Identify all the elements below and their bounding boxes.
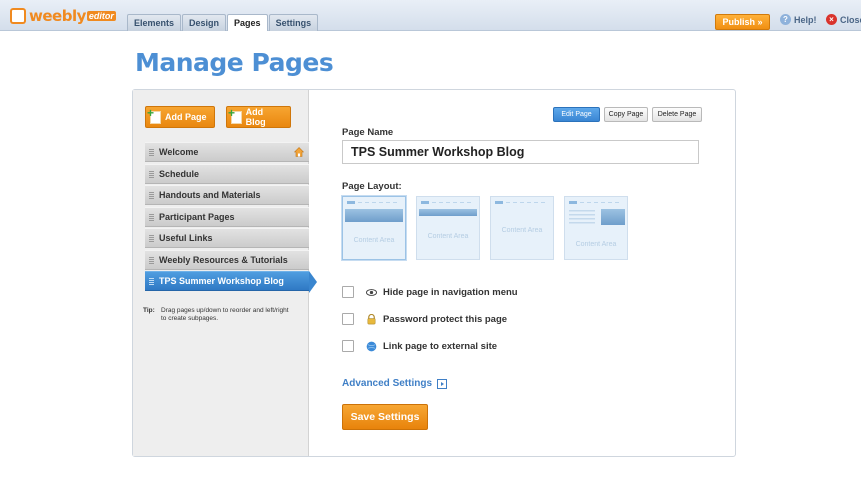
copy-page-button[interactable]: Copy Page	[604, 107, 648, 122]
weebly-logo: weebly editor	[10, 6, 116, 26]
drag-handle-icon[interactable]	[149, 192, 154, 200]
advanced-settings-link[interactable]: Advanced Settings	[342, 378, 448, 389]
content-area-label: Content Area	[427, 233, 469, 240]
password-option: Password protect this page	[342, 312, 507, 326]
tab-elements[interactable]: Elements	[127, 14, 182, 31]
drag-handle-icon[interactable]	[149, 213, 154, 222]
tab-settings[interactable]: Settings	[268, 14, 319, 31]
password-label: Password protect this page	[383, 313, 508, 325]
layout-option-header-image[interactable]: Content Area	[342, 196, 406, 260]
external-link-option: Link page to external site	[342, 339, 497, 353]
drag-handle-icon[interactable]	[149, 256, 154, 265]
manage-pages-panel: Add Page Add Blog Welcome Schedule Hando	[132, 89, 736, 457]
page-item-label: TPS Summer Workshop Blog	[159, 276, 284, 286]
help-label: Help!	[794, 14, 817, 25]
layout-logo-bar	[495, 201, 503, 204]
drag-handle-icon[interactable]	[149, 235, 154, 243]
help-icon: ?	[780, 14, 791, 25]
add-blog-label: Add Blog	[245, 107, 266, 127]
layout-nav-dots	[358, 202, 400, 203]
page-item-useful-links[interactable]: Useful Links	[145, 228, 309, 248]
hide-page-checkbox[interactable]	[342, 286, 354, 298]
drag-handle-icon[interactable]	[149, 170, 154, 179]
content-area-label: Content Area	[575, 241, 617, 248]
edit-page-button[interactable]: Edit Page	[553, 107, 600, 122]
page-layout-label: Page Layout:	[342, 181, 402, 192]
layout-nav-dots	[506, 202, 548, 203]
add-blog-icon	[228, 106, 242, 124]
delete-page-button[interactable]: Delete Page	[652, 107, 702, 122]
page-item-participant-pages[interactable]: Participant Pages	[145, 206, 309, 227]
add-blog-button[interactable]: Add Blog	[226, 106, 291, 128]
layout-side-image	[601, 209, 625, 225]
hide-page-option: Hide page in navigation menu	[342, 285, 518, 299]
page-item-label: Participant Pages	[159, 211, 235, 222]
main-tabs: Elements Design Pages Settings	[127, 14, 319, 31]
publish-button[interactable]: Publish »	[715, 14, 770, 30]
tab-design[interactable]: Design	[182, 14, 227, 31]
help-link[interactable]: ? Help!	[780, 14, 817, 25]
page-title: Manage Pages	[135, 48, 334, 77]
pages-sidebar: Add Page Add Blog Welcome Schedule Hando	[133, 90, 317, 456]
page-item-label: Welcome	[159, 147, 199, 157]
page-item-label: Useful Links	[159, 233, 213, 243]
layout-header-image	[345, 209, 403, 222]
page-item-welcome[interactable]: Welcome	[145, 142, 309, 162]
layout-text-lines	[569, 210, 595, 224]
page-item-label: Schedule	[159, 168, 200, 179]
add-page-button[interactable]: Add Page	[145, 106, 215, 128]
hide-page-label: Hide page in navigation menu	[383, 286, 518, 298]
page-name-input[interactable]: TPS Summer Workshop Blog	[342, 140, 699, 164]
tab-pages[interactable]: Pages	[227, 14, 268, 31]
reorder-tip: Tip: Drag pages up/down to reorder and l…	[143, 307, 293, 323]
layout-option-text-image[interactable]: Content Area	[564, 196, 628, 260]
layout-logo-bar	[569, 201, 577, 204]
content-area-label: Content Area	[501, 227, 543, 234]
layout-header-image	[419, 209, 477, 216]
tip-text: Drag pages up/down to reorder and left/r…	[161, 307, 289, 322]
page-item-label: Handouts and Materials	[159, 190, 261, 200]
drag-handle-icon[interactable]	[149, 278, 154, 286]
password-checkbox[interactable]	[342, 313, 354, 325]
page-list: Welcome Schedule Handouts and Materials …	[145, 142, 317, 293]
page-item-weebly-resources[interactable]: Weebly Resources & Tutorials	[145, 249, 309, 270]
close-link[interactable]: × Close	[826, 14, 861, 25]
layout-nav-dots	[432, 202, 474, 203]
layout-option-short-header[interactable]: Content Area	[416, 196, 480, 260]
page-name-label: Page Name	[342, 127, 394, 138]
layout-logo-bar	[421, 201, 429, 204]
add-page-label: Add Page	[165, 112, 207, 122]
close-label: Close	[840, 14, 861, 25]
page-item-schedule[interactable]: Schedule	[145, 163, 309, 184]
expand-arrow-icon	[437, 378, 448, 389]
save-settings-button[interactable]: Save Settings	[342, 404, 428, 430]
close-icon: ×	[826, 14, 837, 25]
weebly-logo-icon	[10, 8, 26, 24]
top-toolbar: weebly editor Elements Design Pages Sett…	[0, 0, 861, 31]
external-link-label: Link page to external site	[383, 340, 498, 352]
page-item-tps-blog[interactable]: TPS Summer Workshop Blog	[145, 271, 317, 293]
add-page-icon	[147, 106, 161, 124]
page-item-label: Weebly Resources & Tutorials	[159, 254, 288, 265]
logo-text: weebly	[29, 7, 86, 25]
tip-label: Tip:	[143, 307, 155, 314]
eye-icon	[366, 288, 377, 296]
logo-editor-text: editor	[86, 11, 116, 21]
layout-nav-dots	[580, 202, 622, 203]
layout-logo-bar	[347, 201, 355, 204]
page-settings-content: Edit Page Copy Page Delete Page Page Nam…	[310, 90, 735, 456]
external-link-checkbox[interactable]	[342, 340, 354, 352]
page-item-handouts[interactable]: Handouts and Materials	[145, 185, 309, 205]
advanced-settings-label: Advanced Settings	[342, 378, 433, 389]
globe-icon	[366, 341, 377, 351]
lock-icon	[367, 313, 376, 324]
layout-option-no-header[interactable]: Content Area	[490, 196, 554, 260]
home-icon	[294, 147, 304, 157]
content-area-label: Content Area	[353, 237, 395, 244]
drag-handle-icon[interactable]	[149, 149, 154, 157]
